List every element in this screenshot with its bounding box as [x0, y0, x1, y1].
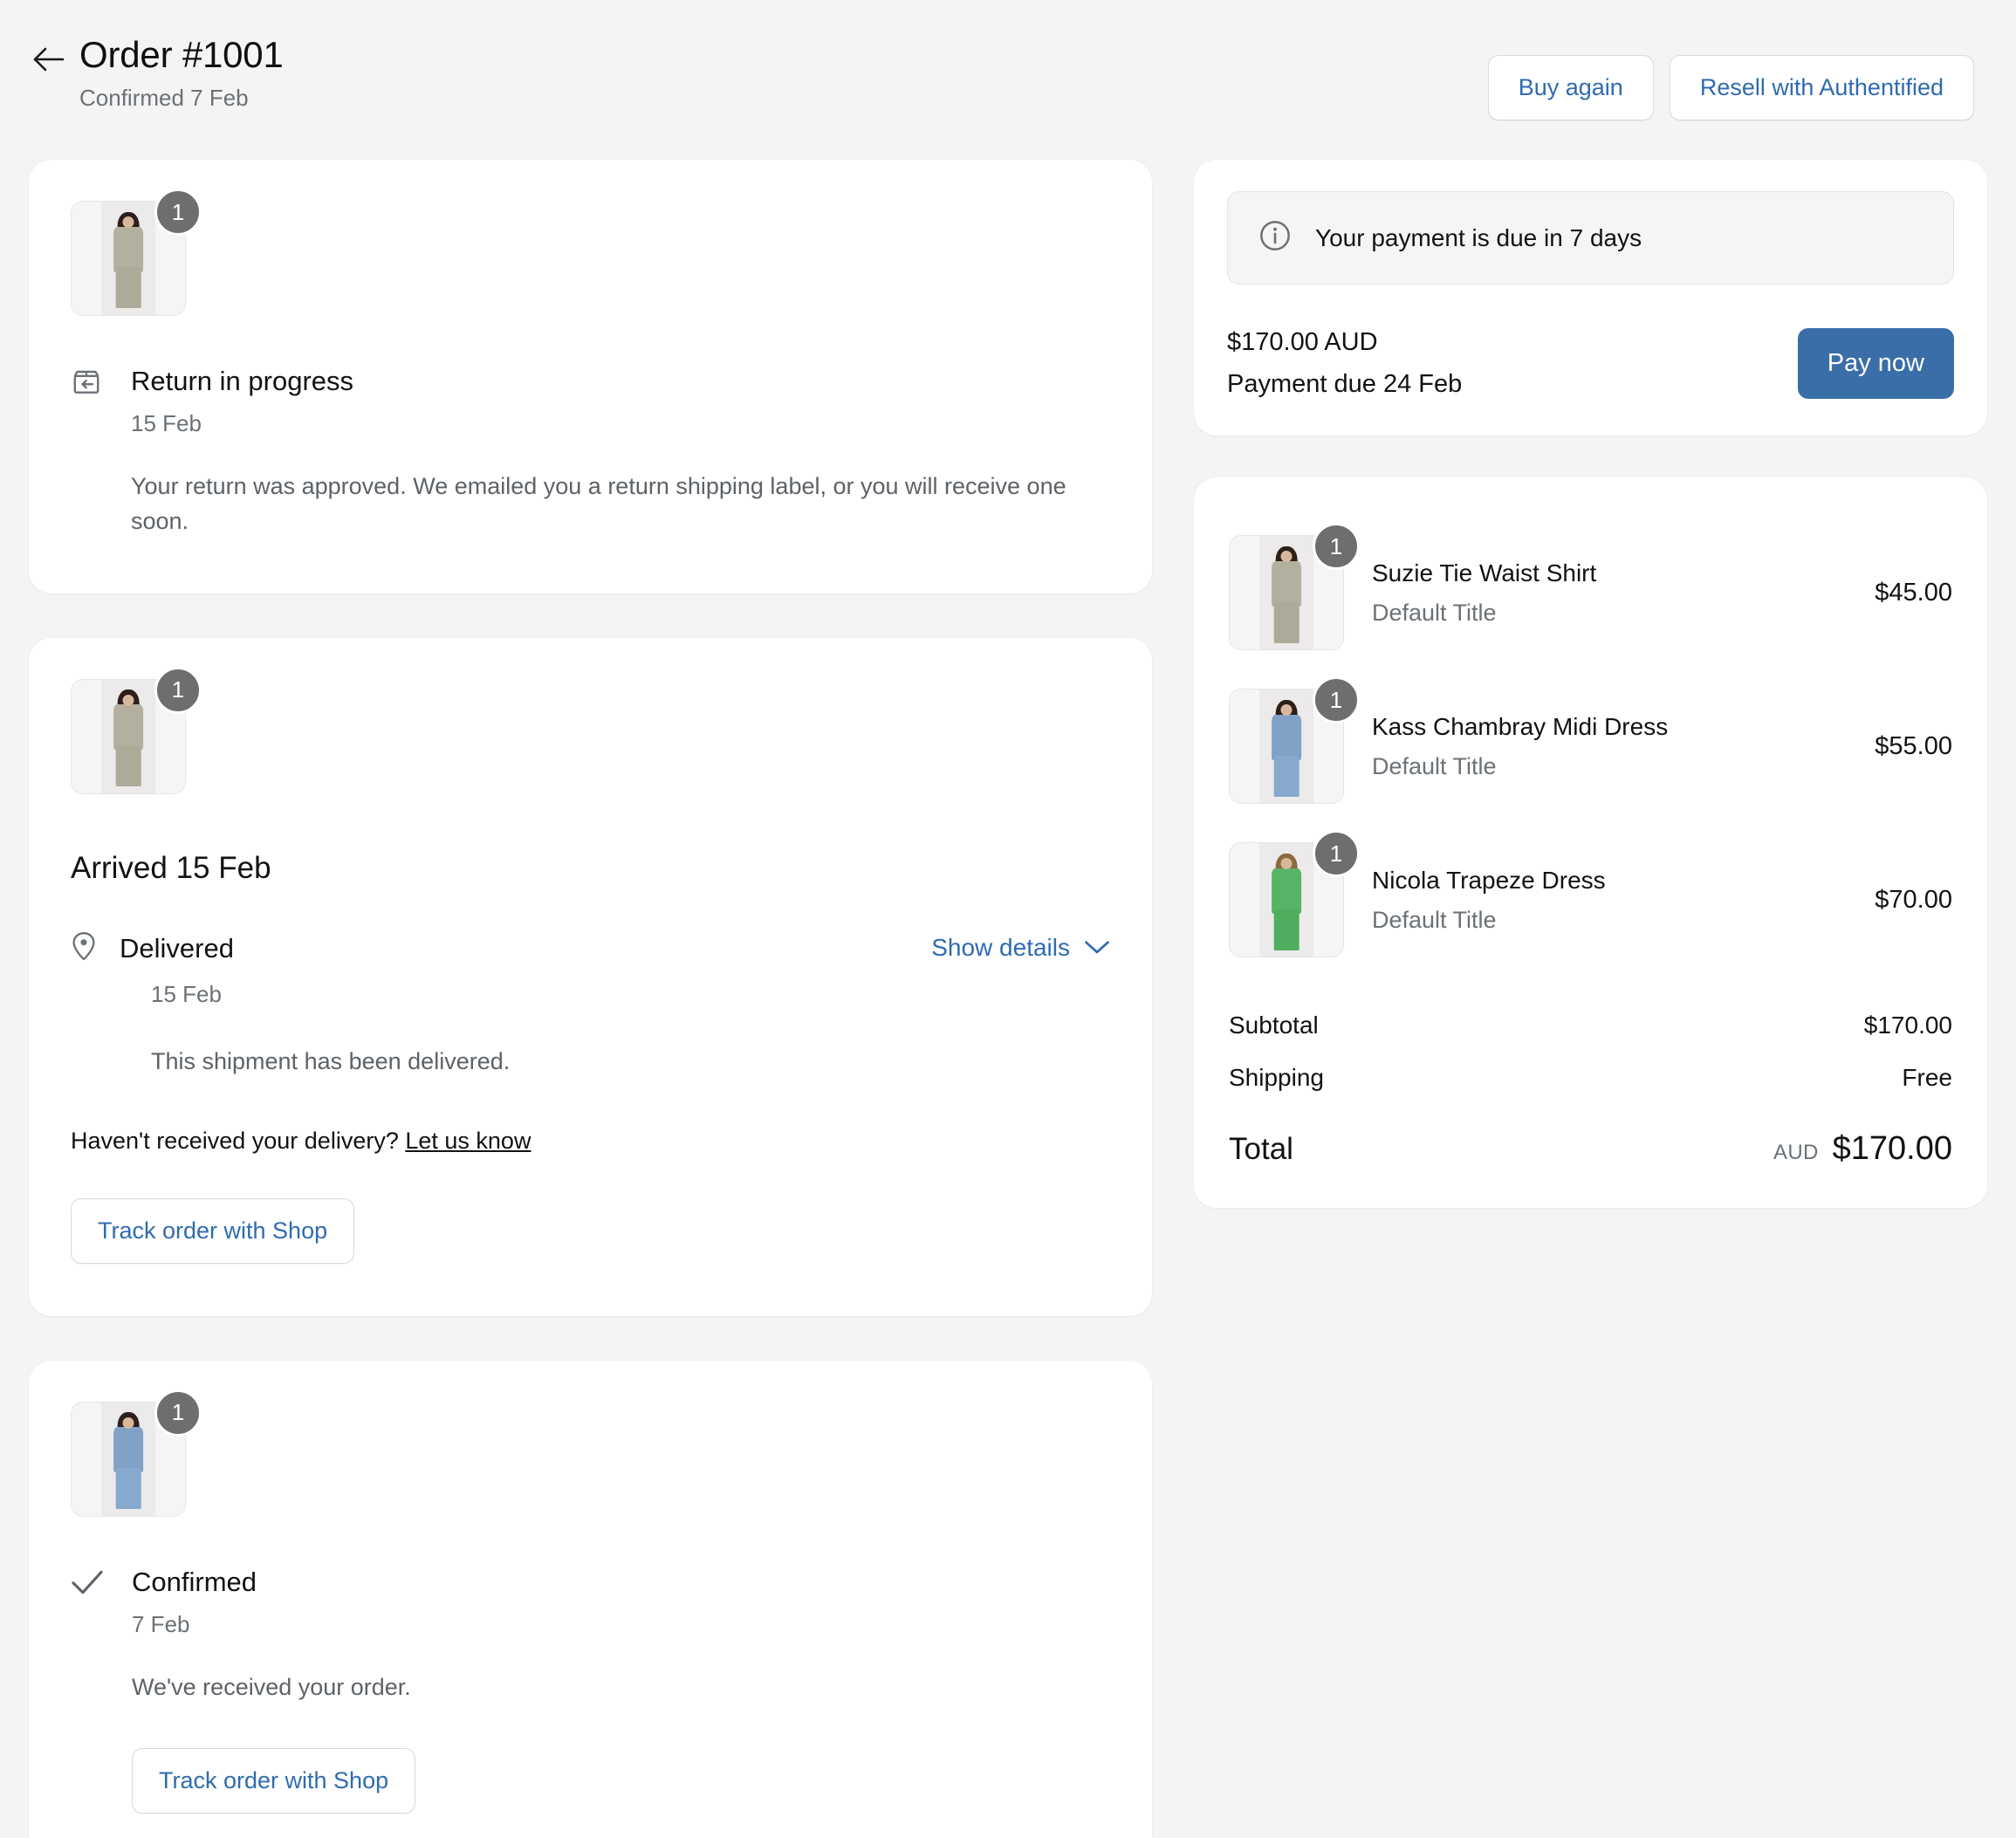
subtotal-row: Subtotal $170.00 [1229, 999, 1952, 1052]
return-status-row: Return in progress 15 Feb Your return wa… [71, 365, 1110, 539]
track-order-button[interactable]: Track order with Shop [132, 1748, 416, 1814]
show-details-toggle[interactable]: Show details [931, 931, 1110, 962]
payment-row: $170.00 AUD Payment due 24 Feb Pay now [1227, 326, 1954, 401]
item-thumbnail[interactable]: 1 [1229, 523, 1360, 651]
page-title: Order #1001 [79, 34, 284, 75]
return-status-description: Your return was approved. We emailed you… [131, 472, 1066, 535]
item-details: Nicola Trapeze Dress Default Title [1372, 865, 1847, 936]
quantity-badge: 1 [154, 1389, 202, 1437]
quantity-badge: 1 [154, 666, 202, 714]
chevron-down-icon [1084, 934, 1110, 962]
return-status-card: 1 Return in progress 15 Feb Your return … [29, 160, 1152, 593]
order-detail-page: Order #1001 Confirmed 7 Feb Buy again Re… [0, 0, 2016, 1838]
order-item-row[interactable]: 1 Suzie Tie Waist Shirt Default Title $4… [1229, 516, 1952, 669]
return-box-icon [71, 365, 109, 402]
order-item-row[interactable]: 1 Nicola Trapeze Dress Default Title $70… [1229, 823, 1952, 977]
item-title: Suzie Tie Waist Shirt [1372, 559, 1597, 586]
subtotal-value: $170.00 [1863, 1012, 1952, 1039]
order-item-row[interactable]: 1 Kass Chambray Midi Dress Default Title… [1229, 669, 1952, 823]
header-actions: Buy again Resell with Authentified [1487, 31, 1974, 120]
timeline-header-row: Delivered Show details [120, 931, 1110, 962]
return-thumbnail[interactable]: 1 [71, 189, 202, 316]
shipping-row: Shipping Free [1229, 1052, 1952, 1104]
timeline-row-delivered: Delivered Show details 15 Feb This shipm… [71, 931, 1110, 1075]
item-details: Suzie Tie Waist Shirt Default Title [1372, 558, 1847, 628]
item-title: Nicola Trapeze Dress [1372, 866, 1606, 894]
map-pin-icon [71, 931, 113, 969]
shipment-timeline: Delivered Show details 15 Feb This shipm… [71, 931, 1110, 1075]
shipment-card: 1 Arrived 15 Feb Delivered Show details … [29, 637, 1152, 1316]
total-value-group: AUD $170.00 [1773, 1130, 1952, 1168]
timeline-date: 15 Feb [151, 980, 222, 1007]
order-summary-card: 1 Suzie Tie Waist Shirt Default Title $4… [1194, 477, 1987, 1209]
timeline-icon-column [71, 931, 113, 969]
item-thumbnail[interactable]: 1 [1229, 676, 1360, 805]
return-status-heading: Return in progress [131, 366, 354, 396]
item-variant: Default Title [1372, 753, 1497, 780]
delivery-help-row: Haven't received your delivery? Let us k… [71, 1128, 1110, 1155]
item-thumbnail[interactable]: 1 [1229, 830, 1360, 958]
item-price: $55.00 [1875, 731, 1952, 760]
payment-card: Your payment is due in 7 days $170.00 AU… [1194, 160, 1987, 436]
buy-again-button[interactable]: Buy again [1487, 55, 1654, 120]
confirmed-date: 7 Feb [132, 1610, 190, 1637]
let-us-know-link[interactable]: Let us know [405, 1128, 531, 1154]
payment-due-banner: Your payment is due in 7 days [1227, 191, 1954, 285]
header-left: Order #1001 Confirmed 7 Feb [29, 31, 284, 113]
confirmed-thumbnail[interactable]: 1 [71, 1389, 202, 1517]
confirmed-status-row: Confirmed 7 Feb We've received your orde… [71, 1566, 1110, 1814]
quantity-badge: 1 [1313, 676, 1360, 724]
total-label: Total [1229, 1132, 1293, 1167]
shipping-label: Shipping [1229, 1064, 1324, 1092]
right-column: Your payment is due in 7 days $170.00 AU… [1194, 160, 1987, 1209]
track-order-button[interactable]: Track order with Shop [71, 1197, 355, 1264]
title-block: Order #1001 Confirmed 7 Feb [79, 31, 284, 113]
item-variant: Default Title [1372, 907, 1497, 934]
order-totals: Subtotal $170.00 Shipping Free Total AUD… [1229, 999, 1952, 1168]
left-column: 1 Return in progress 15 Feb Your return … [29, 160, 1152, 1838]
resell-button[interactable]: Resell with Authentified [1669, 55, 1974, 120]
payment-amounts: $170.00 AUD Payment due 24 Feb [1227, 326, 1462, 401]
show-details-label: Show details [931, 933, 1070, 961]
payment-due-date: Payment due 24 Feb [1227, 369, 1463, 398]
item-title: Kass Chambray Midi Dress [1372, 712, 1669, 740]
total-value: $170.00 [1832, 1130, 1952, 1168]
confirmed-heading: Confirmed [132, 1566, 257, 1597]
item-details: Kass Chambray Midi Dress Default Title [1372, 711, 1847, 782]
return-status-body: Return in progress 15 Feb Your return wa… [131, 365, 1110, 539]
page-subtitle: Confirmed 7 Feb [79, 84, 249, 111]
item-price: $45.00 [1875, 578, 1952, 607]
quantity-badge: 1 [154, 189, 202, 236]
timeline-status-title: Delivered [120, 932, 234, 964]
timeline-note: This shipment has been delivered. [151, 1047, 511, 1074]
timeline-content: Delivered Show details 15 Feb This shipm… [113, 931, 1110, 1075]
total-currency: AUD [1773, 1141, 1819, 1165]
subtotal-label: Subtotal [1229, 1012, 1319, 1039]
return-status-date: 15 Feb [131, 409, 202, 436]
info-circle-icon [1258, 218, 1293, 257]
shipment-section-title: Arrived 15 Feb [71, 850, 271, 885]
delivery-help-text: Haven't received your delivery? [71, 1127, 399, 1154]
grand-total-row: Total AUD $170.00 [1229, 1130, 1952, 1168]
shipment-thumbnail[interactable]: 1 [71, 666, 202, 794]
pay-now-button[interactable]: Pay now [1797, 328, 1954, 400]
confirmed-note: We've received your order. [132, 1673, 411, 1700]
payment-amount: $170.00 AUD [1227, 328, 1378, 356]
item-price: $70.00 [1875, 885, 1952, 914]
confirmed-card: 1 Confirmed 7 Feb We've received your or… [29, 1360, 1152, 1838]
check-icon [71, 1566, 111, 1600]
payment-due-banner-text: Your payment is due in 7 days [1315, 223, 1642, 251]
shipping-value: Free [1902, 1064, 1952, 1092]
content-columns: 1 Return in progress 15 Feb Your return … [0, 160, 2016, 1838]
quantity-badge: 1 [1313, 523, 1360, 571]
page-header: Order #1001 Confirmed 7 Feb Buy again Re… [0, 0, 2016, 160]
item-variant: Default Title [1372, 600, 1497, 627]
back-arrow-icon[interactable] [29, 40, 67, 79]
confirmed-status-body: Confirmed 7 Feb We've received your orde… [132, 1566, 1110, 1814]
quantity-badge: 1 [1313, 830, 1360, 878]
